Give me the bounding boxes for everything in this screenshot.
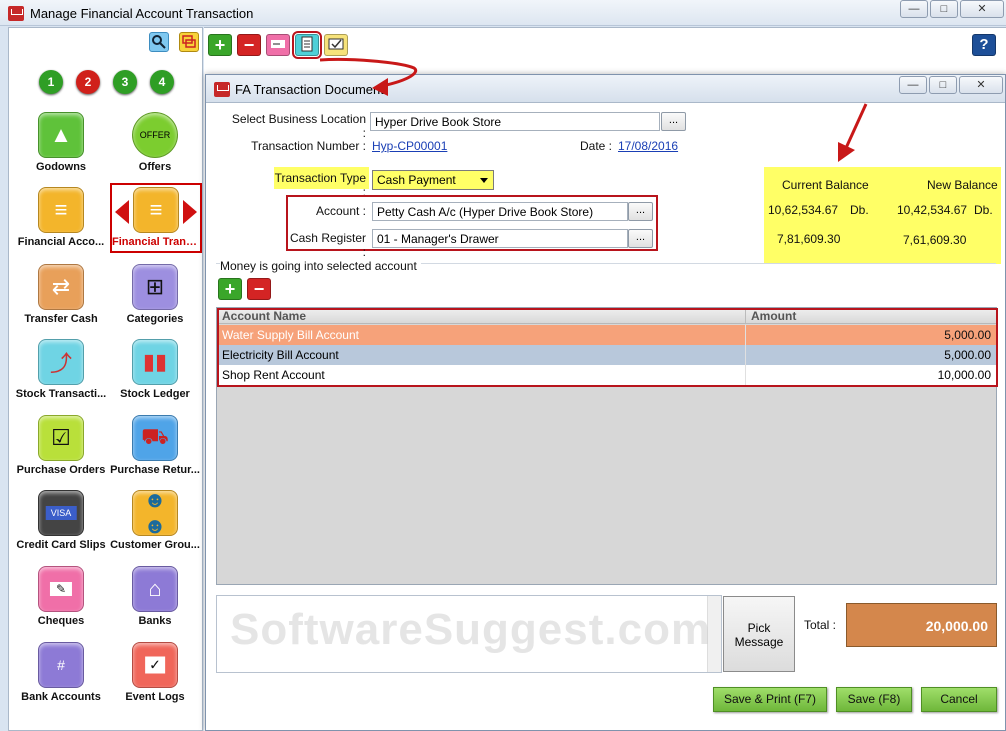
page-2-button[interactable]: 2 — [76, 70, 100, 94]
page-1-button[interactable]: 1 — [39, 70, 63, 94]
customer-group-icon: ☻☻ — [132, 487, 178, 538]
offer-tag-icon: OFFER — [132, 112, 178, 158]
memo-scrollbar[interactable] — [707, 596, 721, 672]
stock-transfer-icon: ⤴ — [38, 339, 84, 385]
tile-banks[interactable]: ⌂ Banks — [109, 566, 201, 627]
tile-cheques[interactable]: ✎ Cheques — [15, 566, 107, 627]
maximize-button[interactable]: □ — [930, 0, 958, 18]
register-new-balance: 7,61,609.30 — [903, 233, 967, 247]
credit-card-icon: VISA — [38, 490, 84, 536]
pick-message-button[interactable]: Pick Message — [723, 596, 795, 672]
account-new-balance-suffix: Db. — [974, 203, 993, 217]
money-caption: Money is going into selected account — [220, 259, 421, 273]
page-4-button[interactable]: 4 — [150, 70, 174, 94]
tile-transfer-cash[interactable]: ⇄ Transfer Cash — [15, 264, 107, 325]
account-current-balance: 10,62,534.67 — [768, 203, 839, 217]
total-label: Total : — [804, 618, 837, 632]
app-cart-icon — [8, 6, 24, 21]
outer-window-controls: — □ ✕ — [900, 0, 1004, 18]
account-new-balance: 10,42,534.67 — [897, 203, 968, 217]
truck-return-icon: ⛟ — [132, 415, 178, 461]
tile-financial-accounts[interactable]: ≡ Financial Acco... — [15, 187, 107, 248]
location-label: Select Business Location : — [231, 112, 366, 140]
cheque-icon: ✎ — [38, 566, 84, 612]
bank-account-icon: # — [38, 642, 84, 688]
tile-offers[interactable]: OFFER Offers — [109, 112, 201, 173]
tile-stock-transactions[interactable]: ⤴ Stock Transacti... — [15, 339, 107, 400]
add-row-button[interactable]: + — [218, 278, 242, 300]
total-value: 20,000.00 — [846, 603, 997, 647]
window-switch-icon[interactable] — [179, 32, 199, 52]
tile-bank-accounts[interactable]: # Bank Accounts — [15, 642, 107, 703]
minimize-button[interactable]: — — [900, 0, 928, 18]
cash-transfer-icon: ⇄ — [38, 264, 84, 310]
checklist-icon: ☑ — [38, 415, 84, 461]
hierarchy-icon: ⊞ — [132, 264, 178, 310]
tile-godowns[interactable]: ▲ Godowns — [15, 112, 107, 173]
message-textarea[interactable] — [216, 595, 722, 673]
new-balance-header: New Balance — [927, 178, 998, 192]
coin-stack-icon: ≡ — [38, 187, 84, 233]
dialog-minimize-button[interactable]: — — [899, 76, 927, 94]
outer-window-title: Manage Financial Account Transaction — [30, 6, 254, 21]
outer-title-bar: Manage Financial Account Transaction — □… — [0, 0, 1006, 26]
right-arrow-annotation — [183, 200, 197, 224]
tile-customer-groups[interactable]: ☻☻ Customer Grou... — [109, 487, 201, 551]
calendar-check-icon: ✓ — [132, 642, 178, 688]
save-print-button[interactable]: Save & Print (F7) — [713, 687, 827, 712]
close-button[interactable]: ✕ — [960, 0, 1004, 18]
cancel-button[interactable]: Cancel — [921, 687, 997, 712]
dialog-window-controls: — □ ✕ — [899, 76, 1003, 94]
search-icon[interactable] — [149, 32, 169, 52]
help-button[interactable]: ? — [972, 34, 996, 56]
tile-purchase-returns[interactable]: ⛟ Purchase Retur... — [109, 415, 201, 476]
account-label: Account : — [315, 204, 366, 218]
register-current-balance: 7,81,609.30 — [777, 232, 841, 246]
account-current-balance-suffix: Db. — [850, 203, 869, 217]
dialog-title: FA Transaction Document — [235, 82, 384, 97]
location-field[interactable]: Hyper Drive Book Store — [370, 112, 660, 131]
tile-stock-ledger[interactable]: ▮▮ Stock Ledger — [109, 339, 201, 400]
tile-event-logs[interactable]: ✓ Event Logs — [109, 642, 201, 703]
transaction-number-link[interactable]: Hyp-CP00001 — [372, 139, 447, 153]
grid-annotation-box — [217, 308, 998, 387]
location-browse-button[interactable]: ... — [661, 112, 686, 131]
save-button[interactable]: Save (F8) — [836, 687, 912, 712]
card-icon[interactable] — [266, 34, 290, 56]
date-label: Date : — [579, 139, 612, 153]
date-link[interactable]: 17/08/2016 — [618, 139, 678, 153]
fa-transaction-dialog: FA Transaction Document — □ ✕ Select Bus… — [205, 74, 1006, 731]
document-view-icon[interactable] — [292, 31, 322, 59]
module-sidebar: 1 2 3 4 ▲ Godowns OFFER Offers ≡ Financi… — [8, 27, 203, 731]
dialog-cart-icon — [214, 82, 230, 97]
current-balance-header: Current Balance — [782, 178, 869, 192]
account-browse-button[interactable]: ... — [628, 202, 653, 221]
add-button[interactable]: + — [208, 34, 232, 56]
page-3-button[interactable]: 3 — [113, 70, 137, 94]
accounts-grid: Account Name Amount Water Supply Bill Ac… — [216, 307, 998, 585]
dialog-maximize-button[interactable]: □ — [929, 76, 957, 94]
left-arrow-annotation — [115, 200, 129, 224]
cash-register-label: Cash Register : — [289, 231, 366, 259]
account-field[interactable]: Petty Cash A/c (Hyper Drive Book Store) — [372, 202, 628, 221]
tile-categories[interactable]: ⊞ Categories — [109, 264, 201, 325]
tile-credit-card-slips[interactable]: VISA Credit Card Slips — [15, 490, 107, 551]
dialog-close-button[interactable]: ✕ — [959, 76, 1003, 94]
remove-button[interactable]: − — [237, 34, 261, 56]
cash-register-browse-button[interactable]: ... — [628, 229, 653, 248]
bank-icon: ⌂ — [132, 566, 178, 612]
approve-document-icon[interactable] — [324, 34, 348, 56]
coin-transfer-icon: ≡ — [133, 187, 179, 233]
remove-row-button[interactable]: − — [247, 278, 271, 300]
warehouse-icon: ▲ — [38, 112, 84, 158]
transaction-number-label: Transaction Number : — [251, 139, 366, 153]
transaction-type-select[interactable]: Cash Payment — [372, 170, 494, 190]
bar-chart-icon: ▮▮ — [132, 339, 178, 385]
tile-purchase-orders[interactable]: ☑ Purchase Orders — [15, 415, 107, 476]
dialog-title-bar: FA Transaction Document — □ ✕ — [206, 75, 1005, 103]
cash-register-field[interactable]: 01 - Manager's Drawer — [372, 229, 628, 248]
